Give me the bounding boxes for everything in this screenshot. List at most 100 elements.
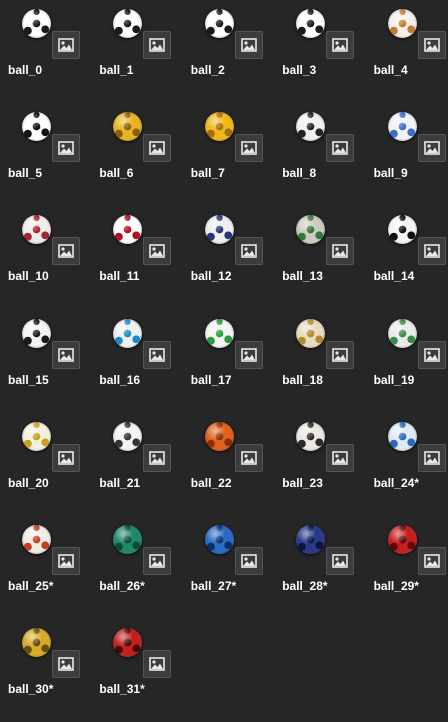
image-icon [326, 547, 355, 575]
image-icon [417, 443, 446, 472]
image-icon [234, 237, 263, 266]
image-icon [143, 134, 172, 163]
asset-tile[interactable]: ball_28* [274, 516, 365, 619]
image-icon [326, 134, 355, 163]
image-icon [143, 443, 172, 472]
asset-label: ball_21 [99, 475, 141, 490]
soccer-ball-icon [296, 9, 326, 38]
asset-tile[interactable]: ball_1 [91, 0, 182, 103]
asset-label: ball_30* [8, 682, 54, 697]
soccer-ball-icon [204, 421, 234, 451]
asset-label: ball_7 [190, 166, 225, 181]
image-icon [143, 237, 172, 266]
asset-tile[interactable]: ball_13 [274, 206, 365, 309]
image-icon [143, 650, 172, 679]
soccer-ball-icon [387, 112, 417, 142]
soccer-ball-icon [22, 525, 51, 554]
image-icon [234, 31, 263, 59]
asset-tile[interactable]: ball_30* [0, 619, 91, 722]
asset-tile[interactable]: ball_5 [0, 103, 91, 206]
asset-tile[interactable]: ball_29* [366, 516, 448, 619]
asset-label: ball_0 [8, 63, 43, 77]
image-icon [52, 237, 80, 266]
image-icon [143, 547, 172, 575]
asset-tile[interactable]: ball_22 [183, 413, 274, 516]
asset-tile[interactable]: ball_15 [0, 310, 91, 413]
soccer-ball-icon [113, 9, 143, 38]
soccer-ball-icon [22, 9, 51, 38]
image-icon [234, 340, 263, 369]
asset-label: ball_10 [8, 269, 49, 284]
asset-tile[interactable]: ball_18 [274, 310, 365, 413]
asset-tile[interactable]: ball_2 [183, 0, 274, 103]
image-icon [326, 31, 355, 59]
image-icon [417, 237, 446, 266]
soccer-ball-icon [296, 112, 326, 142]
asset-label: ball_31* [99, 682, 145, 697]
soccer-ball-icon [387, 215, 417, 245]
asset-label: ball_26* [99, 579, 145, 593]
image-icon [417, 31, 446, 59]
soccer-ball-icon [113, 525, 143, 554]
asset-tile[interactable]: ball_26* [91, 516, 182, 619]
asset-tile[interactable]: ball_9 [366, 103, 448, 206]
asset-label: ball_24* [373, 475, 419, 490]
asset-label: ball_6 [99, 166, 134, 181]
asset-tile[interactable]: ball_23 [274, 413, 365, 516]
asset-tile[interactable]: ball_14 [366, 206, 448, 309]
asset-label: ball_19 [373, 372, 415, 387]
asset-grid: ball_0 ball_1 ball_2 ball_3 ball_4 ball_5 ball… [0, 0, 448, 697]
image-icon [417, 340, 446, 369]
soccer-ball-icon [387, 421, 417, 451]
asset-label: ball_2 [190, 63, 225, 77]
asset-tile[interactable]: ball_10 [0, 206, 91, 309]
asset-tile[interactable]: ball_8 [274, 103, 365, 206]
soccer-ball-icon [22, 318, 51, 348]
image-icon [143, 31, 172, 59]
asset-label: ball_1 [99, 63, 134, 77]
asset-label: ball_14 [373, 269, 415, 284]
soccer-ball-icon [113, 215, 143, 245]
image-icon [143, 340, 172, 369]
soccer-ball-icon [387, 9, 417, 38]
asset-tile[interactable]: ball_0 [0, 0, 91, 103]
asset-label: ball_8 [282, 166, 317, 181]
asset-tile[interactable]: ball_25* [0, 516, 91, 619]
asset-tile[interactable]: ball_11 [91, 206, 182, 309]
asset-label: ball_18 [282, 372, 323, 387]
image-icon [52, 31, 80, 59]
soccer-ball-icon [387, 525, 417, 554]
soccer-ball-icon [113, 112, 143, 142]
soccer-ball-icon [204, 525, 234, 554]
soccer-ball-icon [22, 112, 51, 142]
asset-label: ball_22 [190, 475, 232, 490]
image-icon [326, 443, 355, 472]
asset-label: ball_9 [373, 166, 408, 181]
asset-label: ball_3 [282, 63, 317, 77]
image-icon [326, 340, 355, 369]
asset-tile[interactable]: ball_21 [91, 413, 182, 516]
image-icon [417, 547, 446, 575]
asset-tile[interactable]: ball_19 [366, 310, 448, 413]
asset-label: ball_25* [8, 579, 54, 593]
soccer-ball-icon [113, 628, 143, 658]
asset-tile[interactable]: ball_12 [183, 206, 274, 309]
image-icon [52, 547, 80, 575]
asset-tile[interactable]: ball_17 [183, 310, 274, 413]
asset-tile[interactable]: ball_16 [91, 310, 182, 413]
asset-tile[interactable]: ball_20 [0, 413, 91, 516]
soccer-ball-icon [113, 421, 143, 451]
soccer-ball-icon [22, 628, 51, 658]
soccer-ball-icon [296, 421, 326, 451]
asset-tile[interactable]: ball_6 [91, 103, 182, 206]
asset-label: ball_15 [8, 372, 49, 387]
soccer-ball-icon [22, 421, 51, 451]
asset-tile[interactable]: ball_27* [183, 516, 274, 619]
asset-label: ball_17 [190, 372, 232, 387]
asset-tile[interactable]: ball_31* [91, 619, 182, 722]
asset-tile[interactable]: ball_7 [183, 103, 274, 206]
asset-tile[interactable]: ball_24* [366, 413, 448, 516]
soccer-ball-icon [204, 112, 234, 142]
asset-tile[interactable]: ball_4 [366, 0, 448, 103]
asset-tile[interactable]: ball_3 [274, 0, 365, 103]
